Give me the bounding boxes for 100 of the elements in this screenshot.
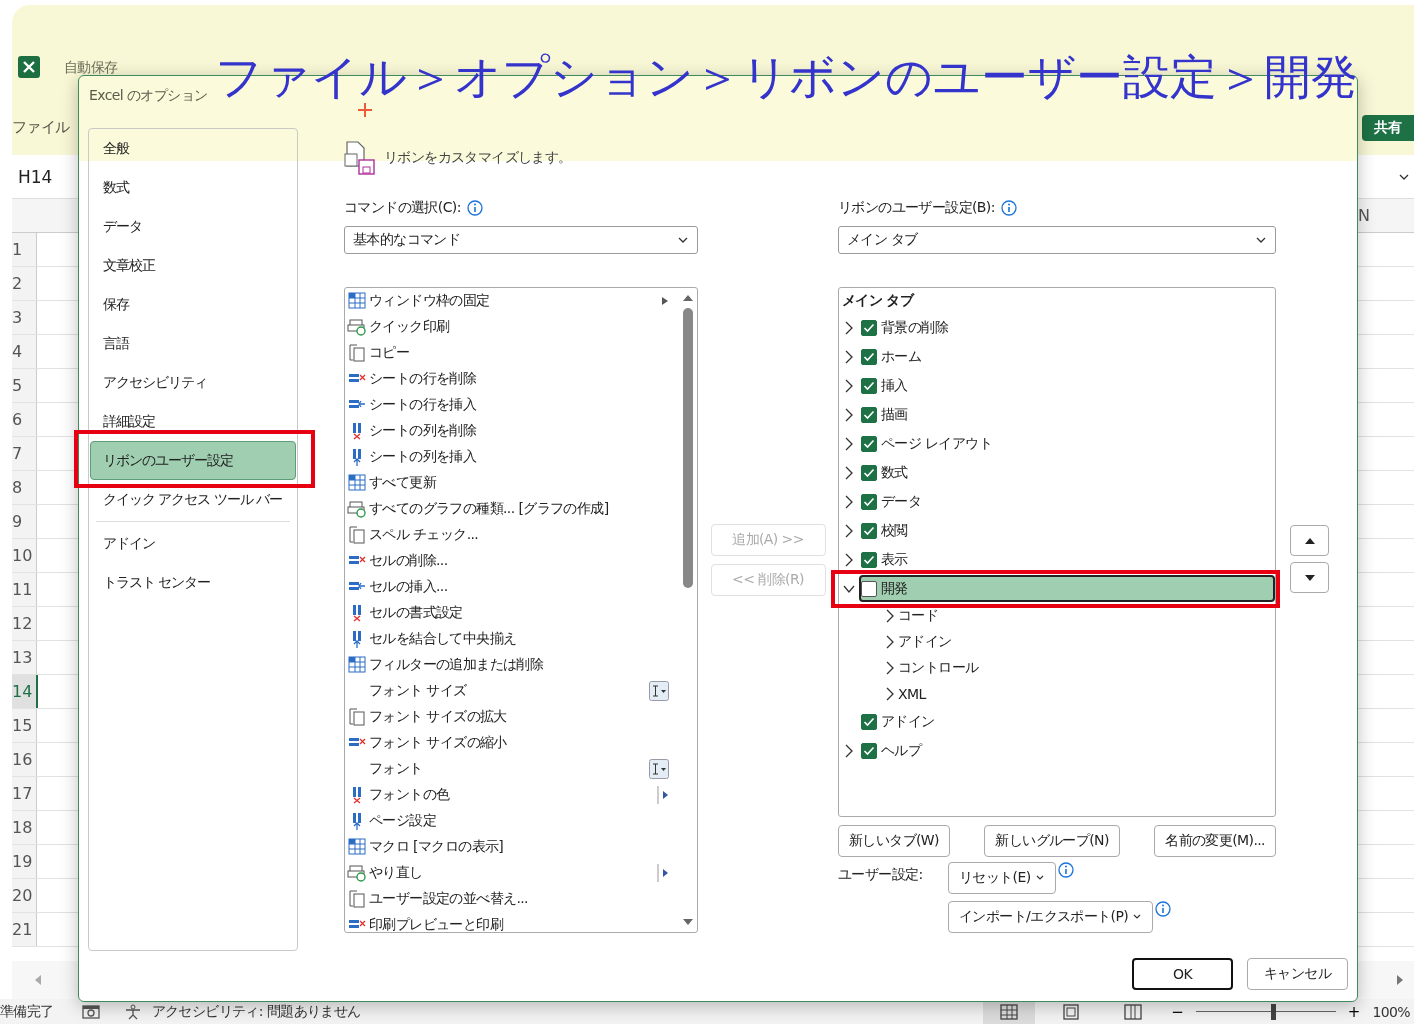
sidebar-item[interactable]: トラスト センター xyxy=(90,563,296,602)
sidebar-item[interactable]: 言語 xyxy=(90,324,296,363)
scroll-right-icon[interactable] xyxy=(1396,975,1404,985)
accessibility-icon[interactable] xyxy=(123,1003,142,1020)
checkbox[interactable] xyxy=(861,377,877,394)
chevron-right-icon[interactable] xyxy=(843,494,855,509)
scroll-thumb[interactable] xyxy=(683,308,693,588)
command-item[interactable]: シートの行を削除 xyxy=(345,366,671,392)
command-item[interactable]: やり直し xyxy=(345,860,671,886)
tree-group-label[interactable]: コントロール xyxy=(898,659,979,677)
info-icon[interactable] xyxy=(1155,901,1172,917)
ribbon-tab[interactable]: ファイル xyxy=(12,118,70,137)
sidebar-item[interactable]: 全般 xyxy=(90,129,296,168)
zoom-level[interactable]: 100% xyxy=(1372,1003,1414,1020)
command-item[interactable]: セルを結合して中央揃え xyxy=(345,626,671,652)
ribbon-dropdown[interactable]: メイン タブ xyxy=(838,226,1276,254)
scroll-down-icon[interactable] xyxy=(682,918,694,926)
row-header[interactable]: 21 xyxy=(12,913,37,946)
chevron-right-icon[interactable] xyxy=(885,687,895,701)
commands-dropdown[interactable]: 基本的なコマンド xyxy=(344,226,698,254)
tree-group-label[interactable]: コード xyxy=(898,607,939,625)
accessibility-status[interactable]: アクセシビリティ: 問題ありません xyxy=(151,1002,361,1021)
chevron-right-icon[interactable] xyxy=(843,349,855,364)
command-item[interactable]: マクロ [マクロの表示] xyxy=(345,834,671,860)
reset-button[interactable]: リセット(E) xyxy=(948,862,1056,894)
sidebar-item[interactable]: アドイン xyxy=(90,524,296,563)
sidebar-item[interactable]: アクセシビリティ xyxy=(90,363,296,402)
command-item[interactable]: シートの列を挿入 xyxy=(345,444,671,470)
row-header[interactable]: 4 xyxy=(12,335,37,368)
chevron-right-icon[interactable] xyxy=(885,609,895,623)
info-icon[interactable] xyxy=(466,200,483,216)
checkbox[interactable] xyxy=(861,522,877,539)
chevron-right-icon[interactable] xyxy=(843,743,855,758)
command-item[interactable]: 印刷プレビューと印刷 xyxy=(345,912,671,932)
command-item[interactable]: セルの書式設定 xyxy=(345,600,671,626)
command-item[interactable]: コピー xyxy=(345,340,671,366)
share-button[interactable]: 共有 xyxy=(1362,114,1414,141)
sidebar-item[interactable]: データ xyxy=(90,207,296,246)
command-item[interactable]: ページ設定 xyxy=(345,808,671,834)
chevron-right-icon[interactable] xyxy=(885,635,895,649)
row-header[interactable]: 12 xyxy=(12,607,37,640)
tree-group-label[interactable]: アドイン xyxy=(898,633,952,651)
chevron-right-icon[interactable] xyxy=(843,320,855,335)
command-item[interactable]: フォント サイズ xyxy=(345,678,671,704)
command-item[interactable]: ユーザー設定の並べ替え... xyxy=(345,886,671,912)
command-item[interactable]: クイック印刷 xyxy=(345,314,671,340)
checkbox[interactable] xyxy=(861,348,877,365)
zoom-out-button[interactable]: − xyxy=(1169,1002,1186,1021)
chevron-right-icon[interactable] xyxy=(843,552,855,567)
row-header[interactable]: 14 xyxy=(12,675,38,708)
info-icon[interactable] xyxy=(1057,862,1074,878)
row-header[interactable]: 3 xyxy=(12,301,37,334)
checkbox[interactable] xyxy=(861,551,877,568)
row-header[interactable]: 2 xyxy=(12,267,37,300)
chevron-right-icon[interactable] xyxy=(843,523,855,538)
command-item[interactable]: セルの挿入... xyxy=(345,574,671,600)
import-export-button[interactable]: インポート/エクスポート(P) xyxy=(948,901,1154,933)
cancel-button[interactable]: キャンセル xyxy=(1247,958,1348,990)
checkbox[interactable] xyxy=(861,580,877,597)
chevron-right-icon[interactable] xyxy=(885,661,895,675)
command-item[interactable]: シートの行を挿入 xyxy=(345,392,671,418)
tree-action-button[interactable]: 新しいグループ(N) xyxy=(984,825,1120,857)
row-header[interactable]: 6 xyxy=(12,403,37,436)
sidebar-item[interactable]: 保存 xyxy=(90,285,296,324)
row-header[interactable]: 13 xyxy=(12,641,37,674)
row-header[interactable]: 16 xyxy=(12,743,37,776)
sidebar-item[interactable]: クイック アクセス ツール バー xyxy=(90,480,296,519)
checkbox[interactable] xyxy=(861,493,877,510)
selected-tree-item[interactable]: 開発 xyxy=(859,575,1275,602)
info-icon[interactable] xyxy=(1000,200,1017,216)
checkbox[interactable] xyxy=(861,435,877,452)
sidebar-item[interactable]: 文章校正 xyxy=(90,246,296,285)
sidebar-item[interactable]: 詳細設定 xyxy=(90,402,296,441)
tree-group-label[interactable]: XML xyxy=(898,686,926,702)
macro-icon[interactable] xyxy=(81,1003,100,1020)
tree-action-button[interactable]: 新しいタブ(W) xyxy=(838,825,950,857)
row-header[interactable]: 10 xyxy=(12,539,37,572)
row-header[interactable]: 5 xyxy=(12,369,37,402)
command-item[interactable]: すべて更新 xyxy=(345,470,671,496)
row-header[interactable]: 7 xyxy=(12,437,37,470)
tree-action-button[interactable]: 名前の変更(M)... xyxy=(1154,825,1276,857)
row-header[interactable]: 18 xyxy=(12,811,37,844)
row-header[interactable]: 1 xyxy=(12,233,37,266)
checkbox[interactable] xyxy=(861,406,877,423)
move-down-button[interactable] xyxy=(1290,562,1329,593)
row-header[interactable]: 17 xyxy=(12,777,37,810)
checkbox[interactable] xyxy=(861,319,877,336)
chevron-right-icon[interactable] xyxy=(843,378,855,393)
scroll-up-icon[interactable] xyxy=(682,294,694,302)
row-header[interactable]: 19 xyxy=(12,845,37,878)
row-header[interactable]: 9 xyxy=(12,505,37,538)
sidebar-item[interactable]: 数式 xyxy=(90,168,296,207)
sidebar-item[interactable]: リボンのユーザー設定 xyxy=(90,441,296,480)
checkbox[interactable] xyxy=(861,464,877,481)
command-item[interactable]: セルの削除... xyxy=(345,548,671,574)
row-header[interactable]: 8 xyxy=(12,471,37,504)
command-item[interactable]: フォント サイズの縮小 xyxy=(345,730,671,756)
command-item[interactable]: フォントの色 xyxy=(345,782,671,808)
ok-button[interactable]: OK xyxy=(1132,958,1233,990)
command-item[interactable]: フォント サイズの拡大 xyxy=(345,704,671,730)
